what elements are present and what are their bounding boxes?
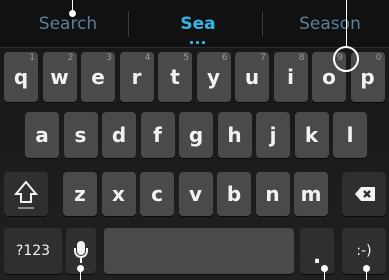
key-s[interactable]: s: [63, 112, 98, 158]
key-e[interactable]: e3: [81, 52, 115, 102]
key-label: f: [153, 123, 162, 147]
key-label: j: [269, 123, 277, 147]
key-label: s: [74, 123, 87, 147]
key-d[interactable]: d: [102, 112, 136, 158]
callout-ring: [333, 46, 359, 72]
callout-line: [346, 0, 347, 46]
key-hint: 0: [375, 53, 382, 63]
suggestion-strip: Search Sea Season: [0, 0, 389, 48]
key-label: a: [35, 123, 49, 147]
key-label: k: [304, 123, 319, 147]
key-h[interactable]: h: [217, 112, 252, 158]
key-label: x: [112, 182, 125, 206]
key-label: c: [151, 182, 163, 206]
callout-dot: [69, 10, 76, 17]
key-b[interactable]: b: [217, 172, 251, 216]
microphone-icon: [67, 233, 95, 265]
key-label: b: [226, 182, 242, 206]
key-u[interactable]: u7: [235, 52, 269, 102]
key-hint: 2: [67, 53, 74, 63]
key-label: v: [188, 182, 203, 206]
key-label: m: [300, 182, 322, 206]
callout-dot: [363, 265, 370, 272]
symbols-key[interactable]: ?123: [4, 228, 62, 274]
key-label: g: [188, 123, 204, 147]
key-y[interactable]: y6: [196, 52, 231, 102]
key-label: z: [74, 182, 86, 206]
key-j[interactable]: j: [256, 112, 290, 158]
divider: [128, 11, 129, 37]
emoji-key-label: :-): [356, 243, 372, 259]
key-hint: 6: [221, 53, 228, 63]
key-z[interactable]: z: [63, 172, 97, 216]
callout-dot: [321, 265, 328, 272]
key-hint: 3: [106, 53, 112, 63]
key-f[interactable]: f: [140, 112, 175, 158]
key-g[interactable]: g: [179, 112, 213, 158]
suggestion-right[interactable]: Season: [280, 14, 380, 38]
callout-dot: [77, 265, 84, 272]
period-key[interactable]: .: [300, 228, 334, 274]
suggestion-center[interactable]: Sea: [148, 14, 248, 38]
key-label: r: [131, 65, 142, 89]
symbols-key-label: ?123: [15, 243, 51, 259]
divider: [262, 11, 263, 37]
key-t[interactable]: t5: [158, 52, 192, 102]
key-label: i: [287, 65, 294, 89]
key-label: h: [227, 123, 242, 147]
period-key-label: .: [312, 244, 322, 269]
key-hint: 7: [260, 53, 266, 63]
backspace-icon: [355, 187, 375, 201]
suggestion-left[interactable]: Search: [18, 14, 118, 38]
key-v[interactable]: v: [178, 172, 213, 216]
key-c[interactable]: c: [140, 172, 174, 216]
key-hint: 5: [183, 53, 189, 63]
key-label: d: [111, 123, 127, 147]
key-label: n: [265, 182, 280, 206]
space-bar[interactable]: [104, 228, 294, 274]
shift-key[interactable]: [4, 172, 48, 216]
key-l[interactable]: l: [333, 112, 367, 158]
key-hint: 1: [29, 53, 35, 63]
key-q[interactable]: q1: [4, 52, 38, 102]
key-k[interactable]: k: [294, 112, 329, 158]
key-r[interactable]: r4: [119, 52, 154, 102]
key-label: t: [170, 65, 180, 89]
key-w[interactable]: w2: [42, 52, 77, 102]
key-n[interactable]: n: [255, 172, 290, 216]
keyboard: Search Sea Season q1w2e3r4t5y6u7i8o9p0 a…: [0, 0, 389, 280]
key-label: p: [360, 65, 375, 89]
key-a[interactable]: a: [25, 112, 59, 158]
key-i[interactable]: i8: [273, 52, 308, 102]
key-hint: 4: [144, 53, 151, 63]
more-suggestions-indicator: [188, 41, 208, 44]
key-label: e: [91, 65, 105, 89]
key-x[interactable]: x: [101, 172, 136, 216]
shift-arrow-icon: [13, 180, 39, 209]
key-label: y: [206, 65, 221, 89]
key-label: q: [13, 65, 29, 89]
key-label: u: [244, 65, 260, 89]
key-label: l: [346, 123, 354, 147]
key-hint: 8: [298, 53, 305, 63]
key-m[interactable]: m: [294, 172, 328, 216]
key-label: w: [50, 65, 69, 89]
backspace-key[interactable]: [342, 172, 386, 216]
